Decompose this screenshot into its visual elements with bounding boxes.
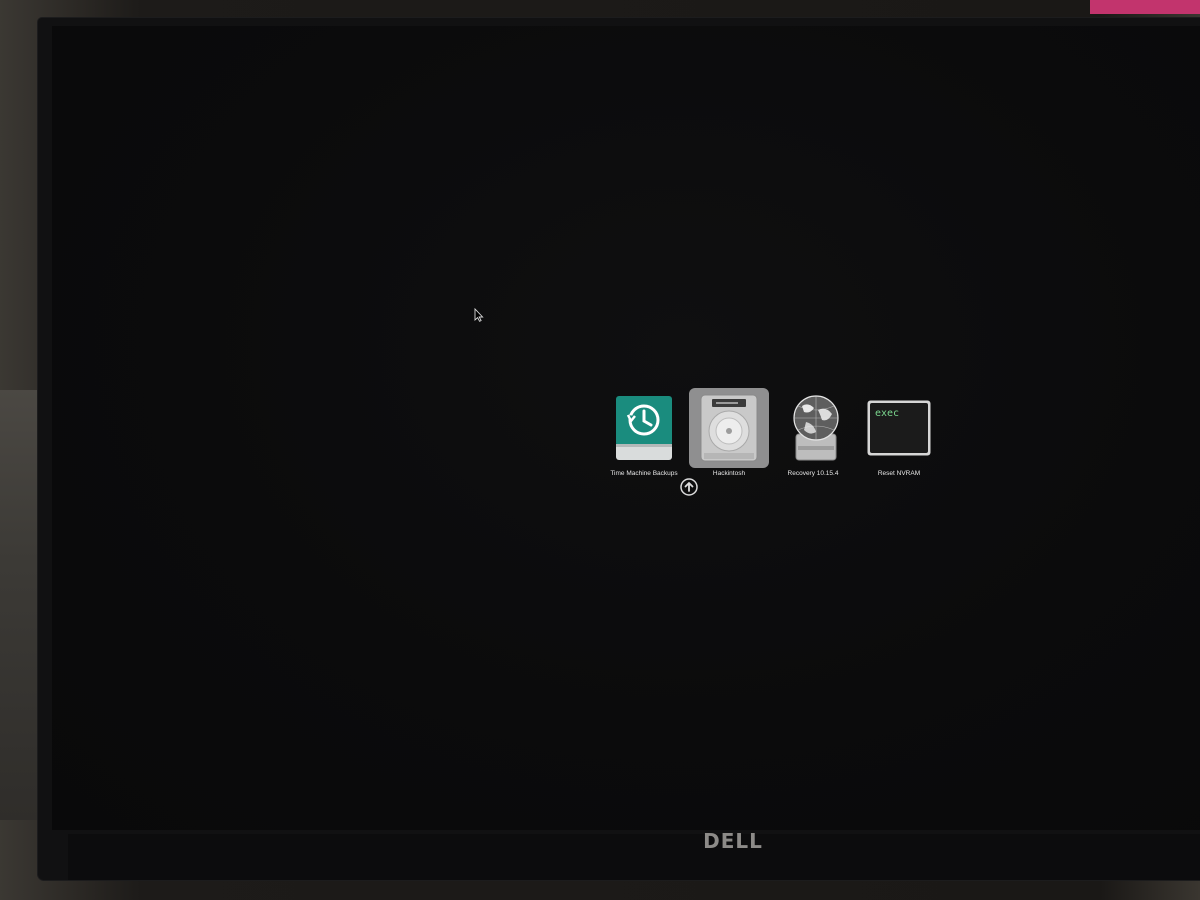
dell-logo: DELL [703,829,763,853]
monitor-chin [68,834,1200,880]
selection-up-arrow-icon [680,478,698,496]
exec-label: exec [875,408,899,419]
boot-entry-label: Reset NVRAM [877,470,921,477]
exec-terminal-icon: exec [867,400,931,456]
boot-entry-reset-nvram[interactable]: exec [859,388,939,468]
pink-sticky-note [1090,0,1200,14]
boot-entry-hackintosh[interactable] [689,388,769,468]
time-machine-drive-icon [616,396,672,460]
recovery-globe-icon [793,395,839,461]
boot-entry-time-machine-backups[interactable] [604,388,684,468]
mouse-cursor-icon [474,308,484,322]
boot-entry-recovery[interactable] [776,388,856,468]
hard-drive-icon [700,394,758,462]
